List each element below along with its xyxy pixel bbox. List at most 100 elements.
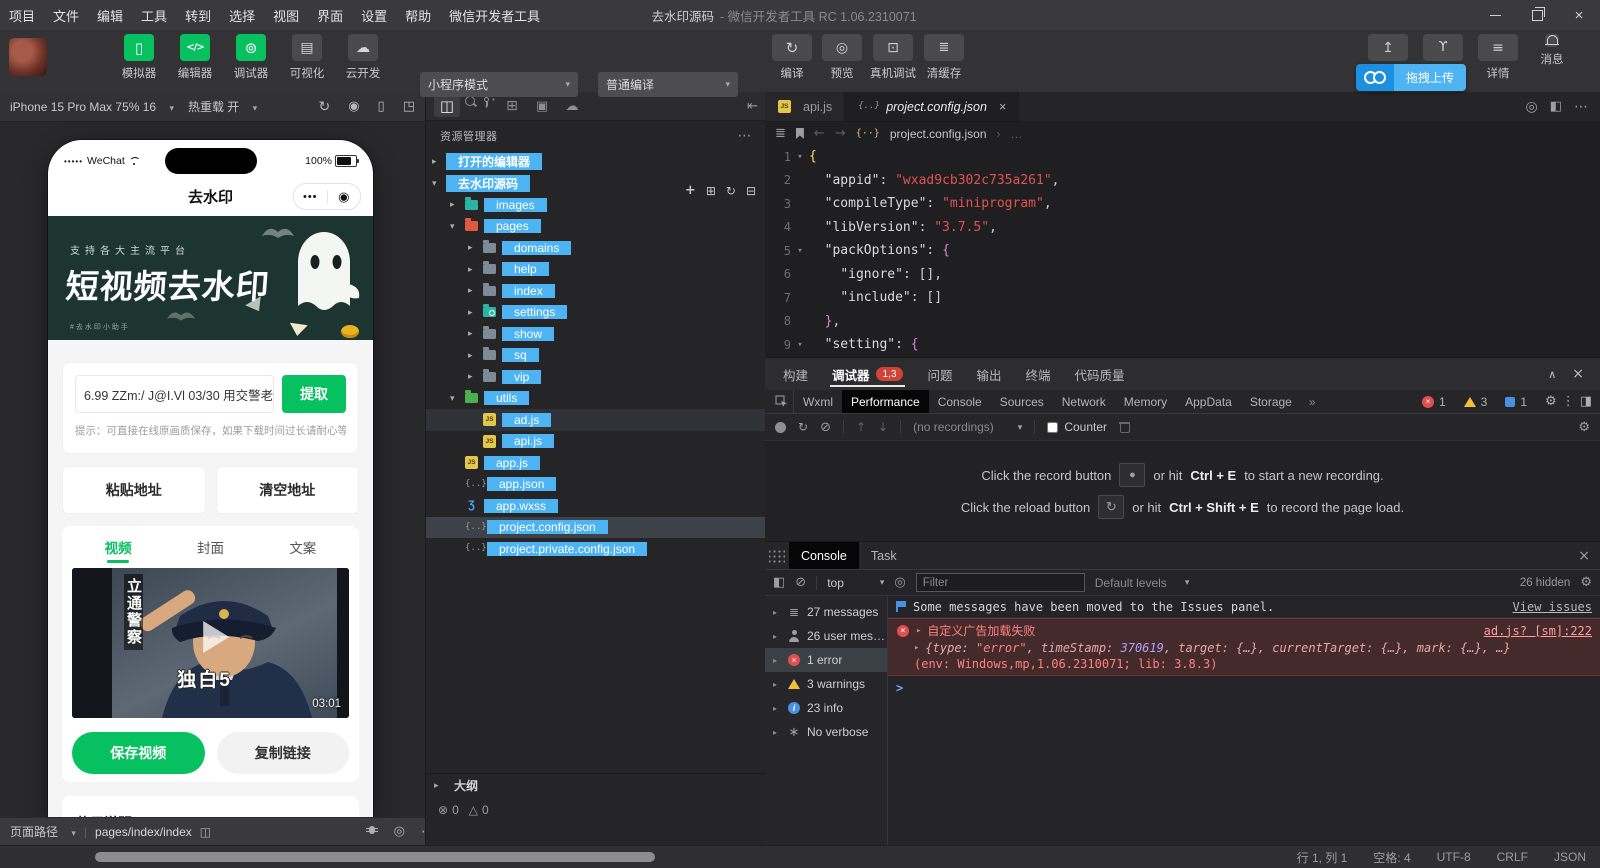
menu-item[interactable]: 设置 [352,0,396,30]
toolbar-right-button[interactable]: 详情 [1476,34,1520,81]
page-path-label[interactable]: 页面路径 ▾ [10,823,76,840]
console-filter-row[interactable]: ▸ 26 user mes… [765,624,887,648]
tree-row[interactable]: app.wxss [426,495,766,517]
code-editor[interactable]: 1 ▾ { 2 "appid": "wxad9cb302c735a261", 3… [765,145,1600,357]
fold-icon[interactable]: ▾ [791,340,809,350]
devtools-tab[interactable]: Wxml [794,390,842,413]
counter-checkbox-input[interactable] [1047,422,1058,433]
tree-row[interactable]: ▸ sq [426,345,766,367]
menu-item[interactable]: 视图 [264,0,308,30]
toolbar-action-button[interactable]: 清缓存 [922,34,966,81]
load-profile-icon[interactable] [856,420,866,434]
vconsole-bug-icon[interactable] [366,824,378,836]
more-icon[interactable] [738,128,753,144]
link-input[interactable]: 6.99 ZZm:/ J@I.Vl 03/30 用交警老⋯ [75,375,274,413]
extract-button[interactable]: 提取 [282,375,346,413]
save-profile-icon[interactable] [878,420,888,434]
toolbar-right-button[interactable]: 消息 [1530,34,1574,81]
files-icon[interactable] [434,95,460,117]
result-tab[interactable]: 封面 [164,526,256,568]
tree-row[interactable]: app.json [426,474,766,496]
console-tab[interactable]: Task [859,542,909,569]
tree-row[interactable]: api.js [426,431,766,453]
tree-row[interactable]: ▾ pages [426,216,766,238]
tree-row[interactable]: ▸ show [426,323,766,345]
fold-icon[interactable]: ▾ [791,152,809,162]
trash-icon[interactable] [1119,421,1130,433]
windows-icon[interactable] [403,99,415,115]
tree-row[interactable]: ▾ utils [426,388,766,410]
tree-row[interactable]: ▸ vip [426,366,766,388]
expand-arrow-icon[interactable]: ▸ [916,626,921,636]
mode-select[interactable]: 小程序模式 ▾ [420,72,578,97]
breadcrumb-file[interactable]: project.config.json [890,127,987,141]
blocks-icon[interactable] [499,95,525,117]
filter-input[interactable] [916,573,1085,592]
close-tab-icon[interactable]: × [999,100,1006,114]
git-icon[interactable] [482,95,495,109]
tree-row[interactable]: project.config.json [426,517,766,539]
tree-row[interactable]: ad.js [426,409,766,431]
gear-icon[interactable] [1580,575,1592,590]
more-icon[interactable]: ••• [294,191,327,203]
search-icon[interactable] [464,95,478,109]
console-prompt[interactable]: > [888,676,1600,700]
log-levels-select[interactable]: Default levels▾ [1095,576,1190,590]
status-item[interactable]: 空格: 4 [1373,849,1410,866]
console-filter-row[interactable]: ▸ 1 error [765,648,887,672]
more-icon[interactable] [1574,99,1588,115]
bookmark-icon[interactable] [796,128,804,139]
collapse-panel-icon[interactable] [1548,366,1556,382]
tree-row[interactable]: ▸ domains [426,237,766,259]
gear-icon[interactable] [1545,394,1557,409]
forward-icon[interactable] [835,126,846,141]
tree-row[interactable]: app.js [426,452,766,474]
devtools-tab[interactable]: Sources [991,390,1053,413]
menu-item[interactable]: 微信开发者工具 [440,0,549,30]
compile-select[interactable]: 普通编译 ▾ [598,72,738,97]
close-console-icon[interactable] [1578,548,1600,564]
debug-tab[interactable]: 问题 [915,358,964,390]
console-sidebar-toggle-icon[interactable] [773,575,785,590]
paste-address-button[interactable]: 粘贴地址 [62,466,206,514]
menu-item[interactable]: 编辑 [88,0,132,30]
new-folder-icon[interactable] [706,183,716,198]
menu-item[interactable]: 转到 [176,0,220,30]
error-source-link[interactable]: ad.js? [sm]:222 [1484,624,1592,638]
rotate-icon[interactable] [318,99,330,115]
device-select[interactable]: iPhone 15 Pro Max 75% 16 ▾ [10,100,174,114]
drag-handle-icon[interactable] [769,548,785,564]
result-tab[interactable]: 视频 [72,526,164,568]
debug-tab[interactable]: 构建 [771,358,820,390]
outline-section[interactable]: ▸ 大纲 [426,773,767,796]
status-item[interactable]: CRLF [1497,850,1528,864]
counter-checkbox[interactable]: Counter [1047,420,1107,434]
page-path-value[interactable]: pages/index/index [95,825,192,839]
menu-item[interactable]: 工具 [132,0,176,30]
clouddev-icon[interactable] [559,95,585,117]
recordings-select[interactable]: (no recordings)▾ [913,420,1022,434]
mode-button[interactable]: 调试器 [228,34,274,81]
user-avatar[interactable] [9,38,47,76]
devtools-tab[interactable]: Memory [1115,390,1176,413]
kebab-menu-icon[interactable] [1562,394,1575,409]
mode-button[interactable]: 编辑器 [172,34,218,81]
inspect-element-icon[interactable] [769,390,794,413]
copy-link-button[interactable]: 复制链接 [217,732,350,774]
menu-item[interactable]: 项目 [0,0,44,30]
breadcrumb-more[interactable]: … [1011,127,1023,141]
console-tab[interactable]: Console [789,542,859,569]
menu-item[interactable]: 选择 [220,0,264,30]
clear-address-button[interactable]: 清空地址 [216,466,360,514]
issue-counters[interactable]: ×1 3 1 [1422,394,1600,409]
console-filter-row[interactable]: ▸ 23 info [765,696,887,720]
outline-list-icon[interactable] [775,126,786,141]
record-icon[interactable] [348,99,359,115]
restore-button[interactable] [1516,0,1558,30]
tree-row[interactable]: ▸ settings [426,302,766,324]
console-filter-row[interactable]: ▸ 27 messages [765,600,887,624]
context-select[interactable]: top▾ [827,576,884,590]
dock-side-icon[interactable] [1580,394,1592,409]
devtools-tab[interactable]: Performance [842,390,929,413]
mode-button[interactable]: 可视化 [284,34,330,81]
